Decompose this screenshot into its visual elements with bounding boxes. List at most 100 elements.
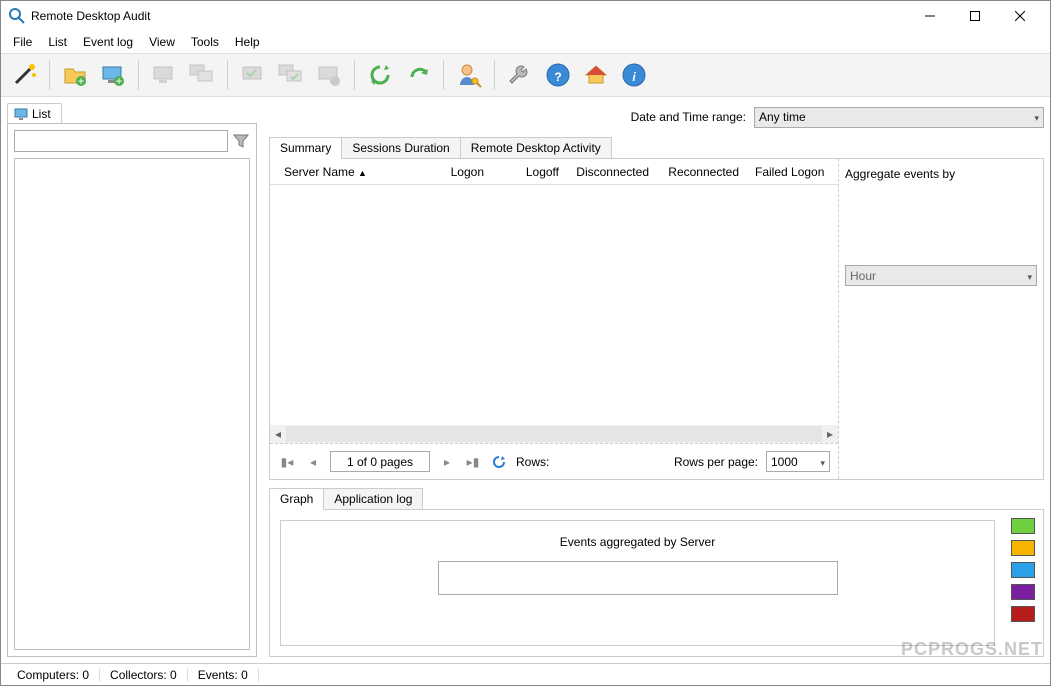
- scroll-track[interactable]: [286, 426, 822, 442]
- grid-body[interactable]: [270, 185, 838, 425]
- rows-per-page-label: Rows per page:: [674, 455, 758, 469]
- pager: ▮◂ ◂ ▸ ▸▮ Rows: Rows per page: 1000: [270, 443, 838, 479]
- legend-swatch-3: [1011, 562, 1035, 578]
- body-area: List Date and Time range: Any time Summa…: [1, 97, 1050, 663]
- grid-header: Server Name ▲ Logon Logoff Disconnected …: [270, 159, 838, 185]
- tab-graph[interactable]: Graph: [269, 488, 324, 510]
- menubar: File List Event log View Tools Help: [1, 31, 1050, 53]
- refresh-icon[interactable]: [363, 58, 397, 92]
- statusbar: Computers: 0 Collectors: 0 Events: 0: [1, 663, 1050, 685]
- info-icon[interactable]: i: [617, 58, 651, 92]
- pager-refresh-button[interactable]: [490, 453, 508, 471]
- scroll-right-icon[interactable]: ▸: [822, 427, 838, 441]
- status-events: Events: 0: [188, 668, 259, 682]
- check1-icon[interactable]: [236, 58, 270, 92]
- list-tab[interactable]: List: [7, 103, 62, 124]
- rows-per-page-value: 1000: [771, 455, 798, 469]
- graph-plot: [438, 561, 838, 595]
- date-range-value: Any time: [759, 110, 806, 124]
- date-range-row: Date and Time range: Any time: [269, 103, 1044, 131]
- close-button[interactable]: [997, 1, 1042, 31]
- svg-text:+: +: [115, 74, 122, 88]
- wizard-icon[interactable]: [7, 58, 41, 92]
- watermark: PCPROGS.NET: [901, 639, 1043, 660]
- menu-list[interactable]: List: [40, 33, 75, 51]
- titlebar: Remote Desktop Audit: [1, 1, 1050, 31]
- col-logoff[interactable]: Logoff: [492, 165, 567, 179]
- filter-icon[interactable]: [232, 132, 250, 150]
- legend-swatch-1: [1011, 518, 1035, 534]
- aggregate-select[interactable]: Hour: [845, 265, 1037, 286]
- app-icon: [9, 8, 25, 24]
- pager-prev-button[interactable]: ◂: [304, 453, 322, 471]
- menu-tools[interactable]: Tools: [183, 33, 227, 51]
- computer-icon[interactable]: [147, 58, 181, 92]
- list-tab-label: List: [32, 107, 51, 121]
- horizontal-scrollbar[interactable]: ◂ ▸: [270, 425, 838, 443]
- bottom-tabs: Graph Application log: [269, 488, 1044, 510]
- list-tab-row: List: [7, 103, 257, 124]
- col-disconnected[interactable]: Disconnected: [567, 165, 657, 179]
- graph-area: Events aggregated by Server: [280, 520, 995, 646]
- summary-tabs: Summary Sessions Duration Remote Desktop…: [269, 137, 1044, 159]
- svg-text:?: ?: [554, 70, 561, 84]
- rows-label: Rows:: [516, 455, 549, 469]
- folder-add-icon[interactable]: +: [58, 58, 92, 92]
- help-icon[interactable]: ?: [541, 58, 575, 92]
- sort-asc-icon: ▲: [358, 168, 367, 178]
- chevron-down-icon: [820, 455, 825, 469]
- legend-swatch-4: [1011, 584, 1035, 600]
- search-row: [14, 130, 250, 152]
- svg-text:+: +: [77, 74, 84, 88]
- status-collectors: Collectors: 0: [100, 668, 188, 682]
- right-panel: Date and Time range: Any time Summary Se…: [263, 97, 1050, 663]
- aggregate-label: Aggregate events by: [845, 163, 1037, 185]
- pager-next-button[interactable]: ▸: [438, 453, 456, 471]
- summary-grid: Server Name ▲ Logon Logoff Disconnected …: [270, 159, 838, 479]
- summary-body: Server Name ▲ Logon Logoff Disconnected …: [269, 158, 1044, 480]
- computer-group-icon[interactable]: [185, 58, 219, 92]
- pager-first-button[interactable]: ▮◂: [278, 453, 296, 471]
- pager-page-input[interactable]: [330, 451, 430, 472]
- chevron-down-icon: [1034, 110, 1039, 124]
- left-body: [7, 123, 257, 657]
- home-icon[interactable]: [579, 58, 613, 92]
- computer-list[interactable]: [14, 158, 250, 650]
- window-controls: [907, 1, 1042, 31]
- legend-swatch-5: [1011, 606, 1035, 622]
- monitor-icon: [14, 107, 28, 121]
- tab-sessions-duration[interactable]: Sessions Duration: [341, 137, 460, 159]
- wrench-icon[interactable]: [503, 58, 537, 92]
- date-range-select[interactable]: Any time: [754, 107, 1044, 128]
- graph-body: Events aggregated by Server: [269, 509, 1044, 657]
- tab-summary[interactable]: Summary: [269, 137, 342, 159]
- menu-help[interactable]: Help: [227, 33, 268, 51]
- menu-file[interactable]: File: [5, 33, 40, 51]
- aggregate-panel: Aggregate events by Hour: [838, 159, 1043, 479]
- rows-per-page-select[interactable]: 1000: [766, 451, 830, 472]
- col-server-name[interactable]: Server Name ▲: [276, 165, 417, 179]
- minimize-button[interactable]: [907, 1, 952, 31]
- scroll-left-icon[interactable]: ◂: [270, 427, 286, 441]
- tab-remote-desktop-activity[interactable]: Remote Desktop Activity: [460, 137, 612, 159]
- computer-add-icon[interactable]: +: [96, 58, 130, 92]
- col-reconnected[interactable]: Reconnected: [657, 165, 747, 179]
- menu-eventlog[interactable]: Event log: [75, 33, 141, 51]
- user-key-icon[interactable]: [452, 58, 486, 92]
- redo-icon[interactable]: [401, 58, 435, 92]
- legend-swatch-2: [1011, 540, 1035, 556]
- col-failed-logon[interactable]: Failed Logon: [747, 165, 832, 179]
- chevron-down-icon: [1027, 269, 1032, 283]
- aggregate-value: Hour: [850, 269, 876, 283]
- check2-icon[interactable]: [274, 58, 308, 92]
- maximize-button[interactable]: [952, 1, 997, 31]
- search-input[interactable]: [14, 130, 228, 152]
- pager-last-button[interactable]: ▸▮: [464, 453, 482, 471]
- check3-icon[interactable]: [312, 58, 346, 92]
- date-range-label: Date and Time range:: [631, 110, 746, 124]
- tab-application-log[interactable]: Application log: [323, 488, 423, 510]
- graph-title: Events aggregated by Server: [560, 535, 715, 549]
- status-computers: Computers: 0: [7, 668, 100, 682]
- col-logon[interactable]: Logon: [417, 165, 492, 179]
- menu-view[interactable]: View: [141, 33, 183, 51]
